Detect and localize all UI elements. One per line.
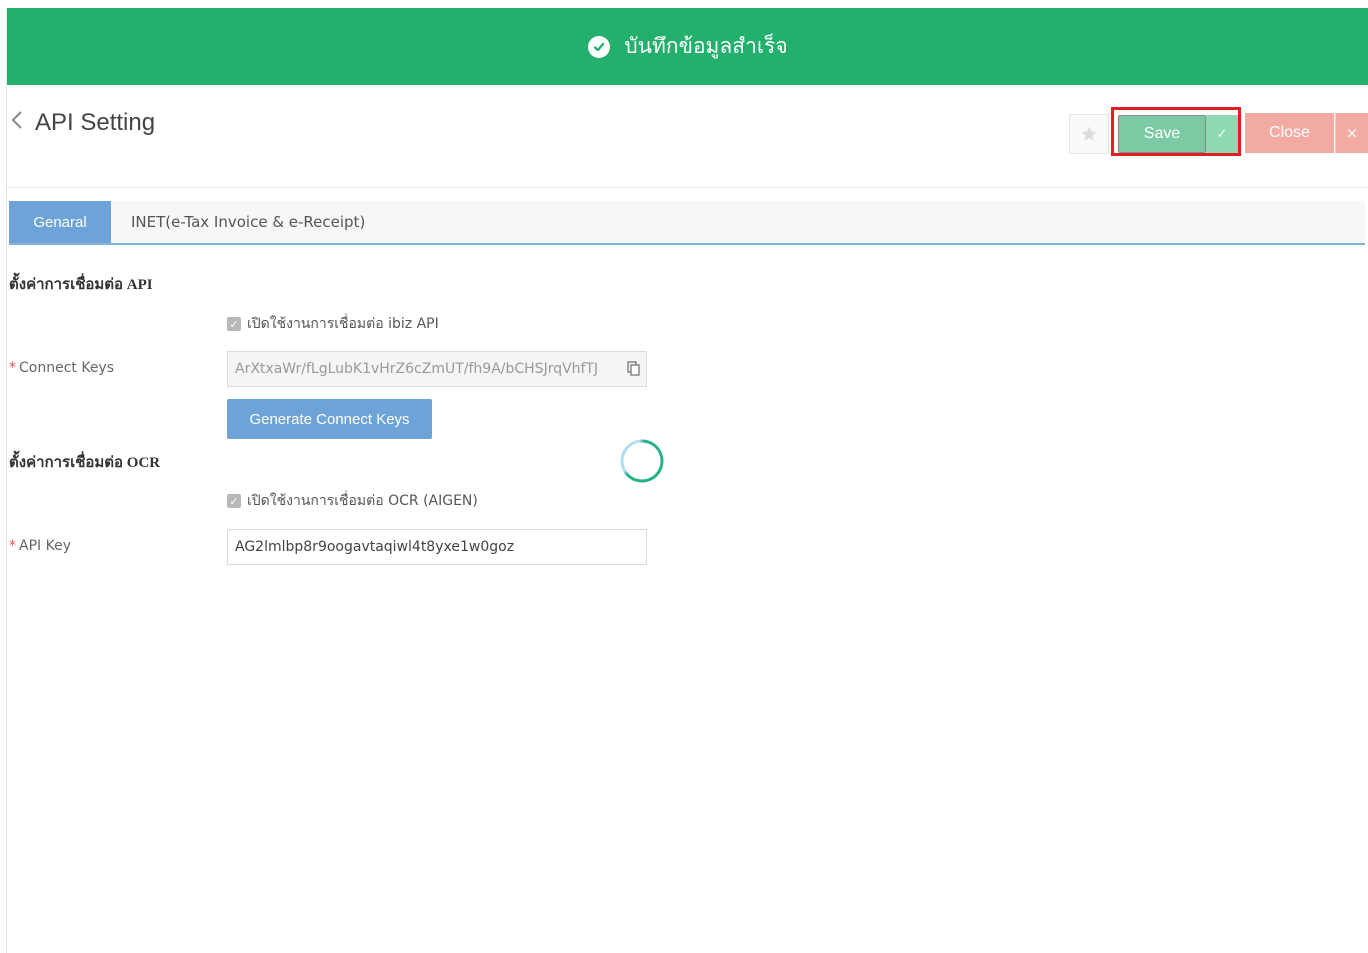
favorite-button[interactable] [1069, 114, 1109, 154]
loading-spinner-icon [620, 439, 664, 483]
api-key-label: * API Key [9, 538, 71, 554]
ocr-enable-row[interactable]: ✓ เปิดใช้งานการเชื่อมต่อ OCR (AIGEN) [227, 490, 478, 512]
required-marker: * [9, 360, 16, 376]
generate-connect-keys-button[interactable]: Generate Connect Keys [227, 399, 432, 439]
ocr-enable-checkbox[interactable]: ✓ [227, 494, 241, 508]
connect-keys-field[interactable]: ArXtxaWr/fLgLubK1vHrZ6cZmUT/fh9A/bCHSJrq… [227, 351, 647, 387]
check-circle-icon [588, 35, 611, 58]
api-key-field[interactable]: AG2lmlbp8r9oogavtaqiwl4t8yxe1w0goz [227, 529, 647, 565]
tab-inet[interactable]: INET(e-Tax Invoice & e-Receipt) [131, 201, 365, 243]
api-enable-checkbox[interactable]: ✓ [227, 317, 241, 331]
page-title: API Setting [35, 109, 156, 136]
copy-icon[interactable] [627, 361, 640, 380]
check-icon: ✓ [1216, 126, 1228, 142]
close-button[interactable]: Close [1245, 113, 1334, 153]
connect-keys-value: ArXtxaWr/fLgLubK1vHrZ6cZmUT/fh9A/bCHSJrq… [235, 361, 599, 377]
success-toast: บันทึกข้อมูลสำเร็จ [7, 8, 1368, 85]
save-confirm-button[interactable]: ✓ [1206, 115, 1238, 153]
connect-keys-label: * Connect Keys [9, 360, 115, 376]
save-button[interactable]: Save [1118, 115, 1206, 153]
page-header: API Setting Save ✓ Close × [7, 85, 1368, 188]
api-section-title: ตั้งค่าการเชื่อมต่อ API [9, 277, 153, 293]
required-marker: * [9, 538, 16, 554]
tab-bar: Genaral INET(e-Tax Invoice & e-Receipt) [9, 201, 1365, 245]
ocr-section-title: ตั้งค่าการเชื่อมต่อ OCR [9, 455, 161, 471]
app-frame: บันทึกข้อมูลสำเร็จ API Setting Save ✓ Cl… [6, 8, 1368, 953]
close-x-button[interactable]: × [1335, 113, 1368, 153]
back-chevron-icon[interactable] [11, 110, 23, 136]
api-key-value: AG2lmlbp8r9oogavtaqiwl4t8yxe1w0goz [235, 539, 515, 555]
ocr-enable-label: เปิดใช้งานการเชื่อมต่อ OCR (AIGEN) [247, 493, 478, 509]
toast-message: บันทึกข้อมูลสำเร็จ [624, 34, 788, 58]
close-icon: × [1345, 124, 1359, 142]
api-enable-row[interactable]: ✓ เปิดใช้งานการเชื่อมต่อ ibiz API [227, 313, 439, 335]
star-icon [1081, 126, 1097, 141]
api-enable-label: เปิดใช้งานการเชื่อมต่อ ibiz API [247, 316, 439, 332]
tab-general[interactable]: Genaral [9, 201, 111, 243]
